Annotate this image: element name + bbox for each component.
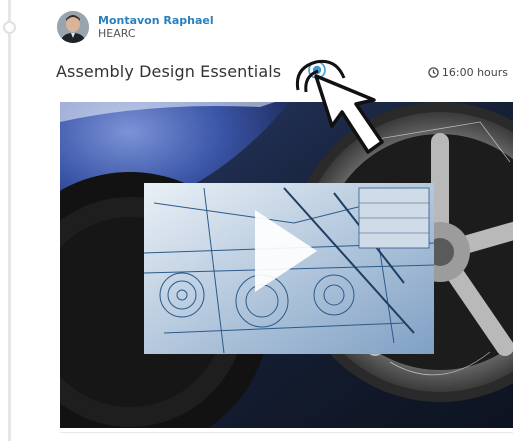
- course-feed-item: Montavon Raphael HEARC Assembly Design E…: [0, 0, 514, 441]
- play-icon[interactable]: [251, 206, 321, 296]
- clock-icon: [428, 67, 439, 78]
- timeline-line: [8, 0, 11, 441]
- avatar[interactable]: [57, 11, 89, 43]
- course-thumbnail[interactable]: [60, 102, 513, 428]
- divider: [60, 432, 513, 433]
- course-duration: 16:00 hours: [428, 66, 508, 79]
- duration-text: 16:00 hours: [441, 66, 508, 79]
- course-title[interactable]: Assembly Design Essentials: [56, 62, 281, 81]
- timeline-dot: [3, 21, 16, 34]
- author-block: Montavon Raphael HEARC: [57, 11, 214, 43]
- author-name-link[interactable]: Montavon Raphael: [98, 14, 214, 27]
- author-organization: HEARC: [98, 27, 136, 40]
- info-icon[interactable]: [308, 61, 326, 79]
